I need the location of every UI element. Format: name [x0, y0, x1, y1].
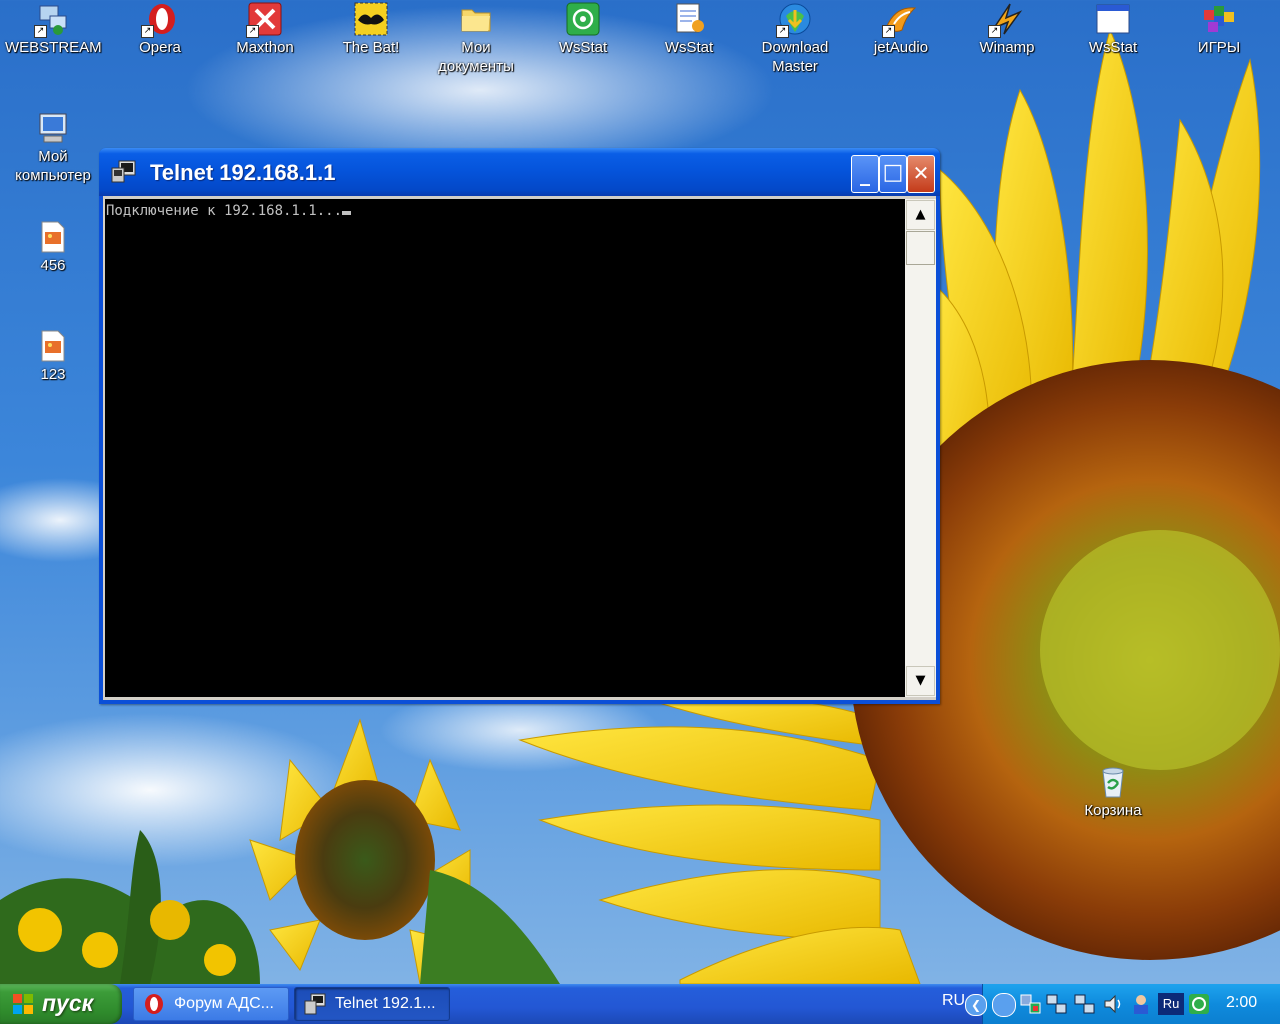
desktop-icon-label: jetAudio [873, 39, 929, 56]
desktop-icon-wsstat-2[interactable]: WsStat [641, 2, 737, 57]
desktop-icon-label: The Bat! [342, 39, 400, 56]
start-label: пуск [42, 990, 94, 1016]
taskbar-button-label: Форум АДС... [174, 995, 274, 1012]
the-bat-icon [354, 2, 388, 36]
opera-icon: ↗ [141, 2, 177, 38]
wsstat-tray-icon[interactable] [1188, 993, 1210, 1015]
my-computer-icon [36, 111, 70, 145]
volume-icon[interactable] [1102, 993, 1124, 1015]
scroll-up-button[interactable]: ▲ [906, 200, 935, 230]
taskbar-button-telnet[interactable]: Telnet 192.1... [294, 987, 450, 1021]
close-button[interactable]: ✕ [907, 155, 935, 193]
arrow-up-icon: ▲ [915, 207, 926, 222]
desktop-icon-123[interactable]: 123 [5, 329, 101, 384]
desktop-icon-winamp[interactable]: ↗ Winamp [959, 2, 1055, 57]
chevron-left-icon: ❮ [970, 998, 982, 1012]
window-title: Telnet 192.168.1.1 [150, 160, 336, 185]
desktop-icon-label: Winamp [979, 39, 1035, 56]
desktop-icon-webstream[interactable]: ↗ WEBSTREAM [5, 2, 102, 57]
desktop-icon-label: Корзина [1084, 802, 1142, 819]
keyboard-layout-indicator[interactable]: Ru [1158, 993, 1184, 1015]
network-connections-icon[interactable] [1046, 993, 1068, 1015]
desktop-icon-label: 456 [40, 257, 66, 274]
taskbar-button-label: Telnet 192.1... [335, 995, 436, 1012]
desktop-icon-my-documents[interactable]: Мои документы [428, 2, 524, 76]
close-icon: ✕ [912, 161, 930, 185]
desktop-icon-label: WsStat [664, 39, 714, 56]
desktop-icon-download-master[interactable]: ↗ Download Master [747, 2, 843, 76]
desktop-icon-label: 123 [40, 366, 66, 383]
windows-logo-icon [12, 993, 34, 1015]
desktop-icon-wsstat-1[interactable]: WsStat [535, 2, 631, 57]
minimize-button[interactable]: _ [851, 155, 879, 193]
vertical-scrollbar[interactable]: ▲ ▼ [905, 199, 936, 697]
desktop-icon-games[interactable]: ИГРЫ [1171, 2, 1267, 57]
recycle-bin-icon [1096, 765, 1130, 799]
folder-icon [459, 2, 493, 36]
desktop-icon-label: Download Master [761, 39, 829, 75]
maximize-button[interactable]: □ [879, 155, 907, 193]
network-computer-icon: ↗ [34, 2, 70, 38]
desktop-icon-opera[interactable]: ↗ Opera [112, 2, 208, 57]
desktop-icon-my-computer[interactable]: Мой компьютер [5, 111, 101, 185]
desktop-icon-recycle-bin[interactable]: Корзина [1065, 765, 1161, 820]
start-button[interactable]: пуск [0, 984, 122, 1024]
minimize-icon: _ [860, 162, 870, 186]
telnet-icon [304, 993, 326, 1015]
desktop-icon-label: Мои документы [438, 39, 514, 75]
opera-icon [143, 993, 165, 1015]
text-cursor [342, 211, 352, 215]
desktop-icon-label: Maxthon [236, 39, 294, 56]
user-agent-icon[interactable] [1130, 993, 1152, 1015]
telnet-icon [111, 160, 137, 184]
wsstat-green-icon [566, 2, 600, 36]
taskbar: пуск Форум АДС... Telnet 192.1... RU ❮ R… [0, 984, 1280, 1024]
telnet-window[interactable]: Telnet 192.168.1.1 _ □ ✕ Подключение к 1… [99, 148, 940, 704]
console-output: Подключение к 192.168.1.1... [106, 203, 343, 219]
network-status-icon[interactable] [1020, 993, 1042, 1015]
maximize-icon: □ [882, 160, 904, 185]
desktop-icon-456[interactable]: 456 [5, 220, 101, 275]
winamp-icon: ↗ [988, 2, 1024, 38]
shortcut-arrow-icon: ↗ [882, 25, 895, 38]
window-client-area: Подключение к 192.168.1.1... ▲ ▼ [103, 196, 936, 700]
image-file-icon [36, 329, 70, 363]
desktop-icon-label: Opera [139, 39, 181, 56]
desktop-icon-label: WsStat [558, 39, 608, 56]
window-titlebar[interactable]: Telnet 192.168.1.1 _ □ ✕ [99, 148, 940, 196]
desktop-icon-label: WEBSTREAM [5, 39, 102, 56]
shortcut-arrow-icon: ↗ [988, 25, 1001, 38]
language-indicator[interactable]: RU [942, 992, 965, 1010]
jetaudio-icon: ↗ [882, 2, 918, 38]
desktop-icon-jetaudio[interactable]: ↗ jetAudio [853, 2, 949, 57]
desktop-icon-label: ИГРЫ [1197, 39, 1241, 56]
telnet-console[interactable]: Подключение к 192.168.1.1... [105, 199, 905, 697]
taskbar-button-opera[interactable]: Форум АДС... [133, 987, 289, 1021]
desktop-icon-maxthon[interactable]: ↗ Maxthon [217, 2, 313, 57]
wsstat-window-icon [1096, 2, 1130, 36]
clock[interactable]: 2:00 [1226, 994, 1257, 1012]
games-icon [1202, 2, 1236, 36]
network-activity-icon[interactable] [1074, 993, 1096, 1015]
arrow-down-icon: ▼ [915, 673, 926, 688]
desktop-icon-label: Мой компьютер [15, 148, 91, 184]
image-file-icon [36, 220, 70, 254]
desktop-icon-the-bat[interactable]: The Bat! [323, 2, 419, 57]
shortcut-arrow-icon: ↗ [246, 25, 259, 38]
show-hidden-icons-button[interactable]: ❮ [965, 994, 987, 1016]
scroll-thumb[interactable] [906, 231, 935, 265]
shortcut-arrow-icon: ↗ [141, 25, 154, 38]
scroll-down-button[interactable]: ▼ [906, 666, 935, 696]
wsstat-notepad-icon [672, 2, 706, 36]
desktop-icon-wsstat-3[interactable]: WsStat [1065, 2, 1161, 57]
maxthon-icon: ↗ [246, 2, 282, 38]
shortcut-arrow-icon: ↗ [34, 25, 47, 38]
download-master-icon: ↗ [776, 2, 812, 38]
network-tray-icon[interactable] [992, 993, 1016, 1017]
desktop-icon-label: WsStat [1088, 39, 1138, 56]
shortcut-arrow-icon: ↗ [776, 25, 789, 38]
